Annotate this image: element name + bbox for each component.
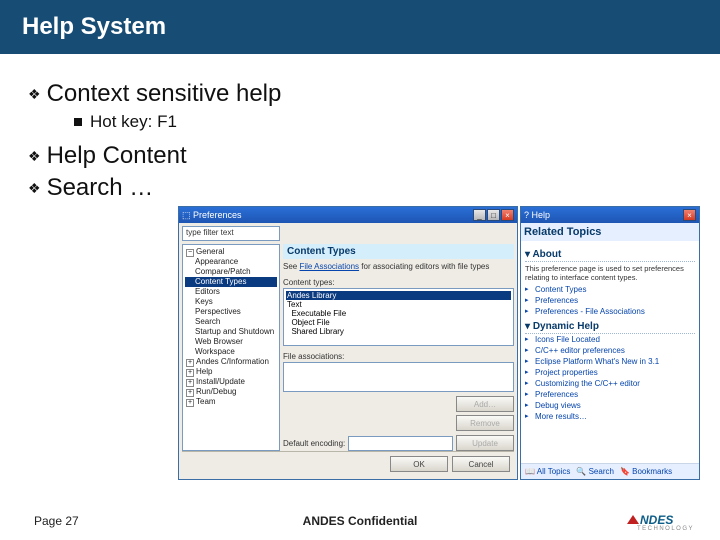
encoding-field[interactable] bbox=[348, 436, 453, 451]
close-button[interactable]: × bbox=[501, 209, 514, 221]
list-item[interactable]: Shared Library bbox=[286, 327, 511, 336]
list-item[interactable]: Andes Library bbox=[286, 291, 511, 300]
tree-search[interactable]: Search bbox=[185, 317, 277, 327]
help-link[interactable]: Content Types bbox=[525, 284, 695, 295]
file-assoc-link[interactable]: File Associations bbox=[299, 262, 359, 271]
tree-editors[interactable]: Editors bbox=[185, 287, 277, 297]
tree-andes[interactable]: +Andes C/Information bbox=[185, 357, 277, 367]
add-button[interactable]: Add… bbox=[456, 396, 514, 412]
dynamic-help-section: ▾ Dynamic Help bbox=[525, 320, 695, 334]
expand-icon[interactable]: + bbox=[186, 389, 194, 397]
help-link[interactable]: Icons File Located bbox=[525, 334, 695, 345]
help-link[interactable]: More results… bbox=[525, 411, 695, 422]
diamond-icon: ❖ bbox=[28, 148, 41, 165]
tree-startup[interactable]: Startup and Shutdown bbox=[185, 327, 277, 337]
bullet-search: ❖Search … bbox=[28, 174, 692, 202]
tree-rundebug[interactable]: +Run/Debug bbox=[185, 387, 277, 397]
diamond-icon: ❖ bbox=[28, 86, 41, 103]
dialog-buttons: OK Cancel bbox=[182, 451, 514, 476]
close-button[interactable]: × bbox=[683, 209, 696, 221]
help-link[interactable]: Preferences bbox=[525, 295, 695, 306]
slide-body: ❖Context sensitive help Hot key: F1 ❖Hel… bbox=[0, 54, 720, 202]
about-text: This preference page is used to set pref… bbox=[525, 264, 695, 282]
help-footer: 📖 All Topics 🔍 Search 🔖 Bookmarks bbox=[521, 463, 699, 479]
file-assoc-label: File associations: bbox=[283, 352, 514, 361]
update-button[interactable]: Update bbox=[456, 435, 514, 451]
content-types-label: Content types: bbox=[283, 278, 514, 287]
ok-button[interactable]: OK bbox=[390, 456, 448, 472]
preferences-tree[interactable]: −General Appearance Compare/Patch Conten… bbox=[182, 244, 280, 451]
logo-triangle-icon bbox=[627, 515, 639, 524]
panel-desc: See File Associations for associating ed… bbox=[283, 262, 514, 271]
andes-logo: NDES TECHNOLOGY bbox=[627, 513, 694, 532]
slide-title: Help System bbox=[0, 0, 720, 54]
expand-icon[interactable]: + bbox=[186, 379, 194, 387]
tree-keys[interactable]: Keys bbox=[185, 297, 277, 307]
help-titlebar[interactable]: ? Help × bbox=[521, 207, 699, 223]
remove-button[interactable]: Remove bbox=[456, 415, 514, 431]
collapse-icon[interactable]: − bbox=[186, 249, 194, 257]
expand-icon[interactable]: + bbox=[186, 359, 194, 367]
slide-footer: Page 27 ANDES Confidential bbox=[0, 514, 720, 528]
tree-install[interactable]: +Install/Update bbox=[185, 377, 277, 387]
tree-team[interactable]: +Team bbox=[185, 397, 277, 407]
filter-input[interactable]: type filter text bbox=[182, 226, 280, 241]
diamond-icon: ❖ bbox=[28, 180, 41, 197]
content-types-panel: Content Types See File Associations for … bbox=[283, 244, 514, 451]
help-link[interactable]: C/C++ editor preferences bbox=[525, 345, 695, 356]
help-link[interactable]: Preferences bbox=[525, 389, 695, 400]
maximize-button[interactable]: □ bbox=[487, 209, 500, 221]
help-link[interactable]: Preferences - File Associations bbox=[525, 306, 695, 317]
help-icon: ? bbox=[524, 210, 529, 220]
preferences-titlebar[interactable]: ⬚ Preferences _ □ × bbox=[179, 207, 517, 223]
list-item[interactable]: Executable File bbox=[286, 309, 511, 318]
tree-workspace[interactable]: Workspace bbox=[185, 347, 277, 357]
tree-general[interactable]: −General bbox=[185, 247, 277, 257]
expand-icon[interactable]: + bbox=[186, 399, 194, 407]
tree-perspectives[interactable]: Perspectives bbox=[185, 307, 277, 317]
square-icon bbox=[74, 118, 82, 126]
search-link[interactable]: 🔍 Search bbox=[576, 467, 614, 476]
default-encoding-label: Default encoding: bbox=[283, 439, 345, 448]
panel-heading: Content Types bbox=[283, 244, 514, 259]
file-assoc-list[interactable] bbox=[283, 362, 514, 392]
bullet-help-content: ❖Help Content bbox=[28, 142, 692, 170]
cancel-button[interactable]: Cancel bbox=[452, 456, 510, 472]
tree-appearance[interactable]: Appearance bbox=[185, 257, 277, 267]
tree-content-types[interactable]: Content Types bbox=[185, 277, 277, 287]
list-item[interactable]: Text bbox=[286, 300, 511, 309]
minimize-button[interactable]: _ bbox=[473, 209, 486, 221]
related-topics-heading: Related Topics bbox=[521, 223, 699, 241]
help-window: ? Help × Related Topics ▾ About This pre… bbox=[520, 206, 700, 480]
app-icon: ⬚ bbox=[182, 210, 191, 221]
bookmarks-link[interactable]: 🔖 Bookmarks bbox=[620, 467, 672, 476]
bullet-context-help: ❖Context sensitive help bbox=[28, 80, 692, 108]
list-item[interactable]: Object File bbox=[286, 318, 511, 327]
tree-webbrowser[interactable]: Web Browser bbox=[185, 337, 277, 347]
screenshot-area: ⬚ Preferences _ □ × type filter text −Ge… bbox=[178, 206, 702, 480]
tree-help[interactable]: +Help bbox=[185, 367, 277, 377]
help-link[interactable]: Project properties bbox=[525, 367, 695, 378]
bullet-hotkey: Hot key: F1 bbox=[74, 112, 692, 132]
content-types-list[interactable]: Andes Library Text Executable File Objec… bbox=[283, 288, 514, 346]
preferences-window: ⬚ Preferences _ □ × type filter text −Ge… bbox=[178, 206, 518, 480]
help-link[interactable]: Customizing the C/C++ editor bbox=[525, 378, 695, 389]
help-link[interactable]: Debug views bbox=[525, 400, 695, 411]
all-topics-link[interactable]: 📖 All Topics bbox=[525, 467, 570, 476]
help-link[interactable]: Eclipse Platform What's New in 3.1 bbox=[525, 356, 695, 367]
expand-icon[interactable]: + bbox=[186, 369, 194, 377]
tree-compare[interactable]: Compare/Patch bbox=[185, 267, 277, 277]
about-section: ▾ About bbox=[525, 248, 695, 262]
confidential-label: ANDES Confidential bbox=[0, 514, 720, 528]
